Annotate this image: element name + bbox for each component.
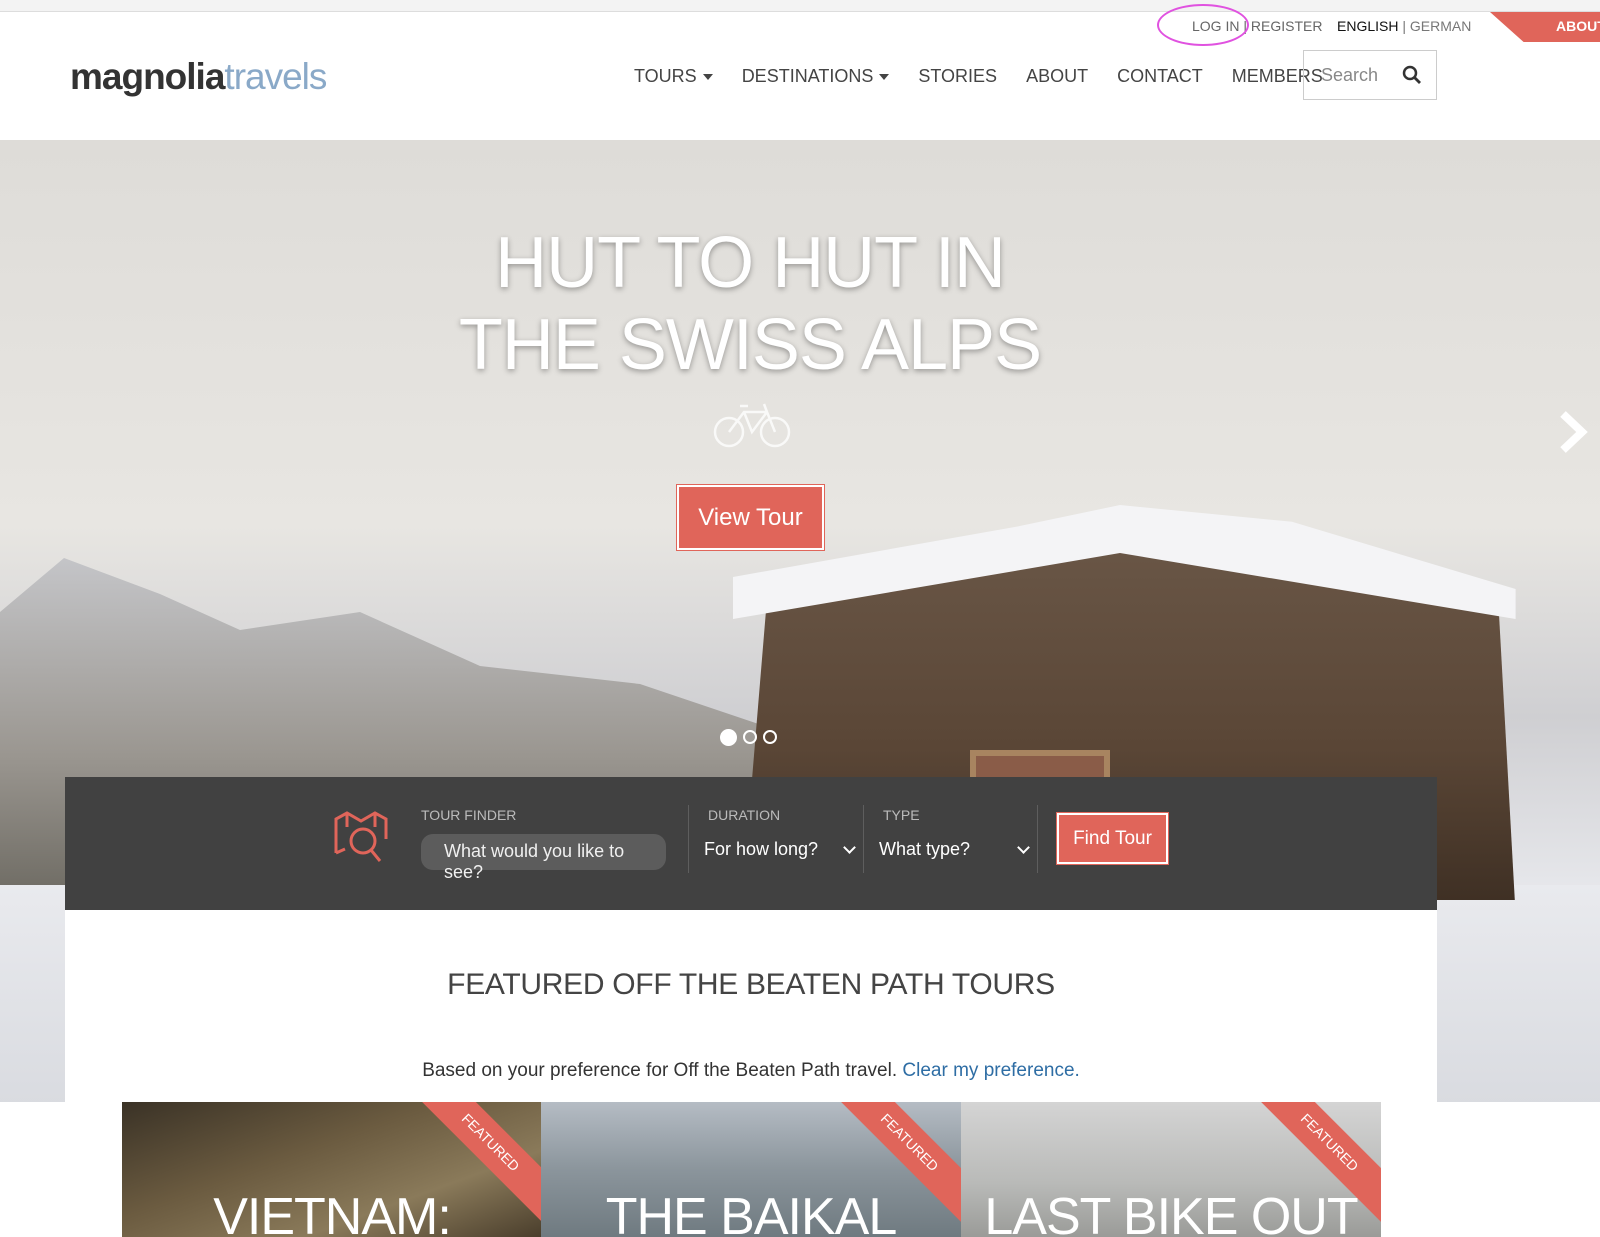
- type-value: What type?: [879, 839, 971, 859]
- nav-tours[interactable]: TOURS: [634, 66, 713, 87]
- divider: [1037, 805, 1038, 873]
- nav-contact[interactable]: CONTACT: [1117, 66, 1203, 87]
- tour-finder: TOUR FINDER What would you like to see? …: [65, 777, 1437, 910]
- duration-select[interactable]: For how long?: [704, 839, 856, 860]
- preference-text: Based on your preference for Off the Bea…: [65, 1060, 1437, 1082]
- lang-english[interactable]: ENGLISH: [1337, 18, 1398, 34]
- duration-value: For how long?: [704, 839, 819, 859]
- featured-heading: FEATURED OFF THE BEATEN PATH TOURS: [447, 968, 1055, 1001]
- card-title: LAST BIKE OUT: [984, 1188, 1358, 1237]
- nav-destinations[interactable]: DESTINATIONS: [742, 66, 890, 87]
- divider: [688, 805, 689, 873]
- bicycle-icon: [712, 400, 792, 461]
- search-input[interactable]: Search: [1303, 50, 1437, 100]
- logo[interactable]: magnoliatravels: [70, 56, 327, 98]
- tour-card[interactable]: FEATURED VIETNAM:: [122, 1102, 542, 1237]
- type-label: TYPE: [883, 807, 920, 823]
- annotation-circle: [1157, 4, 1249, 46]
- chevron-down-icon: [843, 840, 856, 854]
- tour-search-input[interactable]: What would you like to see?: [421, 834, 666, 882]
- carousel-dot-2[interactable]: [743, 730, 757, 744]
- type-select[interactable]: What type?: [879, 839, 1030, 860]
- hero-title: HUT TO HUT IN THE SWISS ALPS: [0, 222, 1500, 386]
- map-search-icon: [334, 811, 388, 862]
- carousel-dot-3[interactable]: [763, 730, 777, 744]
- title-line: HUT TO HUT IN: [495, 223, 1006, 303]
- logo-text-accent: travels: [224, 56, 327, 97]
- nav-about[interactable]: ABOUT: [1026, 66, 1088, 87]
- tour-card[interactable]: FEATURED LAST BIKE OUT: [961, 1102, 1381, 1237]
- view-tour-button[interactable]: View Tour: [676, 484, 825, 551]
- logo-text: magnolia: [70, 56, 225, 97]
- nav-label: TOURS: [634, 66, 697, 86]
- about-tab[interactable]: ABOUT: [1490, 12, 1600, 42]
- card-title: VIETNAM:: [213, 1188, 452, 1237]
- chevron-right-icon[interactable]: [1558, 410, 1588, 454]
- pref-text: Based on your preference for Off the Bea…: [422, 1060, 898, 1081]
- find-tour-button[interactable]: Find Tour: [1056, 812, 1169, 865]
- chevron-down-icon: [1017, 840, 1030, 854]
- tour-finder-label: TOUR FINDER: [421, 807, 517, 823]
- divider: [863, 805, 864, 873]
- nav-label: DESTINATIONS: [741, 66, 874, 86]
- search-icon[interactable]: [1402, 65, 1422, 85]
- register-link[interactable]: REGISTER: [1251, 18, 1323, 34]
- search-placeholder: Search: [1321, 64, 1379, 85]
- nav-stories[interactable]: STORIES: [918, 66, 997, 87]
- main-nav: TOURS DESTINATIONS STORIES ABOUT CONTACT…: [634, 66, 1323, 87]
- duration-label: DURATION: [708, 807, 781, 823]
- browser-bar: [0, 0, 1600, 12]
- carousel-dot-1[interactable]: [720, 729, 737, 746]
- lang-german[interactable]: GERMAN: [1410, 18, 1471, 34]
- language-switcher: ENGLISH | GERMAN: [1337, 18, 1472, 34]
- carousel-dots: [720, 729, 777, 746]
- clear-preference-link[interactable]: Clear my preference.: [902, 1060, 1079, 1081]
- card-title: THE BAIKAL: [605, 1188, 898, 1237]
- caret-down-icon: [702, 73, 713, 80]
- title-line: THE SWISS ALPS: [458, 305, 1042, 385]
- tour-card[interactable]: FEATURED THE BAIKAL: [541, 1102, 961, 1237]
- caret-down-icon: [879, 73, 890, 80]
